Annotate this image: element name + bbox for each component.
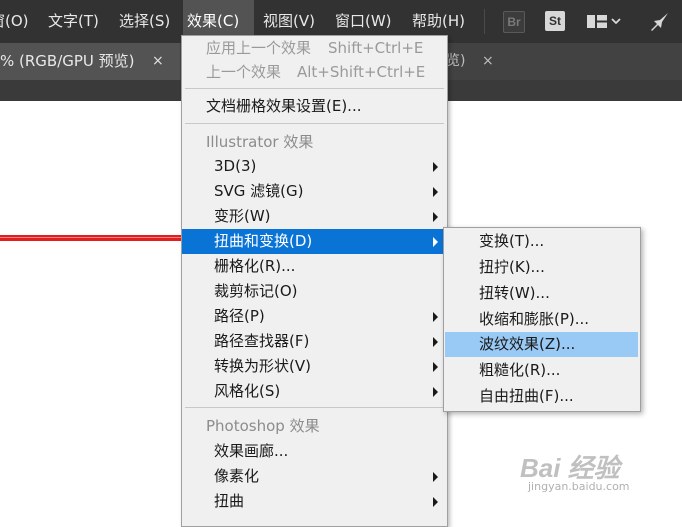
submenu-item-label: 扭拧(K)...: [479, 258, 545, 276]
menu-select[interactable]: 选择(S): [115, 0, 174, 43]
menu-item-rasterize[interactable]: 栅格化(R)...: [182, 254, 447, 279]
menu-item-label: 扭曲和变换(D): [214, 232, 313, 250]
menu-item-label: 扭曲: [214, 492, 245, 510]
close-tab-2-icon[interactable]: ×: [482, 43, 494, 80]
submenu-arrow-icon: [433, 162, 438, 172]
menu-item-label: 路径查找器(F): [214, 332, 310, 350]
menu-item-convert-to-shape[interactable]: 转换为形状(V): [182, 354, 447, 379]
menu-item-document-raster-settings[interactable]: 文档栅格效果设置(E)...: [182, 94, 447, 119]
document-tab[interactable]: % (RGB/GPU 预览) ×: [0, 43, 180, 80]
menu-item-effect-gallery[interactable]: 效果画廊...: [182, 439, 447, 464]
submenu-item-label: 收缩和膨胀(P)...: [479, 310, 590, 328]
submenu-arrow-icon: [433, 212, 438, 222]
menu-section-label: Photoshop 效果: [206, 417, 320, 435]
submenu-item-roughen[interactable]: 粗糙化(R)...: [445, 358, 638, 383]
menu-item-label: SVG 滤镜(G): [214, 182, 304, 200]
menu-item-distort-transform[interactable]: 扭曲和变换(D): [182, 229, 447, 254]
submenu-item-pucker[interactable]: 扭拧(K)...: [445, 255, 638, 280]
menu-item-label: 转换为形状(V): [214, 357, 311, 375]
workspace-layout-icon[interactable]: [587, 13, 621, 31]
menu-item-label: 栅格化(R)...: [214, 257, 296, 275]
submenu-item-zig-zag[interactable]: 波纹效果(Z)...: [445, 332, 638, 357]
menu-item-path[interactable]: 路径(P): [182, 304, 447, 329]
menu-type[interactable]: 文字(T): [44, 0, 103, 43]
menu-section-illustrator-effects: Illustrator 效果: [182, 130, 447, 155]
menu-item-label: 裁剪标记(O): [214, 282, 298, 300]
menu-item-label: 效果画廊...: [214, 442, 289, 460]
menu-item-label: 路径(P): [214, 307, 265, 325]
selected-path-artwork[interactable]: [0, 235, 184, 241]
menu-item-shortcut: Shift+Ctrl+E: [328, 39, 424, 57]
menu-item-last-effect: 上一个效果 Alt+Shift+Ctrl+E: [182, 60, 447, 85]
stock-icon[interactable]: St: [545, 11, 565, 31]
bridge-icon[interactable]: Br: [503, 11, 525, 33]
menu-item-label: 3D(3): [214, 157, 257, 175]
menu-item-label: 变形(W): [214, 207, 271, 225]
menu-separator: [185, 88, 444, 89]
menu-item-pixelate[interactable]: 像素化: [182, 464, 447, 489]
menu-window-partial[interactable]: 窗(O): [0, 0, 33, 43]
gpu-rocket-icon[interactable]: [648, 10, 672, 34]
document-tab-2[interactable]: 览) ×: [440, 43, 540, 80]
submenu-arrow-icon: [433, 237, 438, 247]
submenu-arrow-icon: [433, 472, 438, 482]
menu-item-label: 风格化(S): [214, 382, 281, 400]
document-tab-label: % (RGB/GPU 预览): [0, 52, 135, 70]
submenu-arrow-icon: [433, 387, 438, 397]
submenu-arrow-icon: [433, 187, 438, 197]
submenu-item-pucker-bloat[interactable]: 收缩和膨胀(P)...: [445, 307, 638, 332]
menu-item-svg-filters[interactable]: SVG 滤镜(G): [182, 179, 447, 204]
menu-section-photoshop-effects: Photoshop 效果: [182, 414, 447, 439]
menu-separator: [185, 123, 444, 124]
submenu-item-label: 扭转(W)...: [479, 284, 550, 302]
menu-section-label: Illustrator 效果: [206, 133, 314, 151]
menu-item-shortcut: Alt+Shift+Ctrl+E: [297, 63, 426, 81]
effect-menu: 应用上一个效果 Shift+Ctrl+E 上一个效果 Alt+Shift+Ctr…: [181, 35, 448, 527]
distort-transform-submenu: 变换(T)... 扭拧(K)... 扭转(W)... 收缩和膨胀(P)... 波…: [443, 227, 641, 412]
submenu-item-transform[interactable]: 变换(T)...: [445, 229, 638, 254]
watermark-url: jingyan.baidu.com: [528, 480, 630, 493]
menu-item-label: 文档栅格效果设置(E)...: [206, 97, 362, 115]
submenu-arrow-icon: [433, 497, 438, 507]
menu-item-pathfinder[interactable]: 路径查找器(F): [182, 329, 447, 354]
document-tab-2-label: 览): [446, 53, 466, 69]
submenu-item-free-distort[interactable]: 自由扭曲(F)...: [445, 384, 638, 409]
submenu-item-label: 变换(T)...: [479, 232, 545, 250]
submenu-arrow-icon: [433, 337, 438, 347]
submenu-item-label: 波纹效果(Z)...: [479, 335, 576, 353]
submenu-item-twist[interactable]: 扭转(W)...: [445, 281, 638, 306]
menu-item-label: 上一个效果: [206, 63, 282, 81]
menu-item-3d[interactable]: 3D(3): [182, 154, 447, 179]
menu-item-label: 像素化: [214, 467, 260, 485]
menu-item-label: 应用上一个效果: [206, 39, 312, 57]
menu-item-stylize[interactable]: 风格化(S): [182, 379, 447, 404]
menu-item-warp[interactable]: 变形(W): [182, 204, 447, 229]
close-tab-icon[interactable]: ×: [152, 43, 164, 80]
baidu-watermark-logo: Bai 经验 jingyan.baidu.com: [520, 448, 670, 498]
menu-item-crop-marks[interactable]: 裁剪标记(O): [182, 279, 447, 304]
submenu-item-label: 自由扭曲(F)...: [479, 387, 574, 405]
submenu-item-label: 粗糙化(R)...: [479, 361, 561, 379]
submenu-arrow-icon: [433, 362, 438, 372]
menu-separator: [185, 407, 444, 408]
menu-item-distort[interactable]: 扭曲: [182, 489, 447, 514]
menu-item-apply-last-effect: 应用上一个效果 Shift+Ctrl+E: [182, 36, 447, 61]
menubar-divider: [484, 9, 485, 34]
submenu-arrow-icon: [433, 312, 438, 322]
